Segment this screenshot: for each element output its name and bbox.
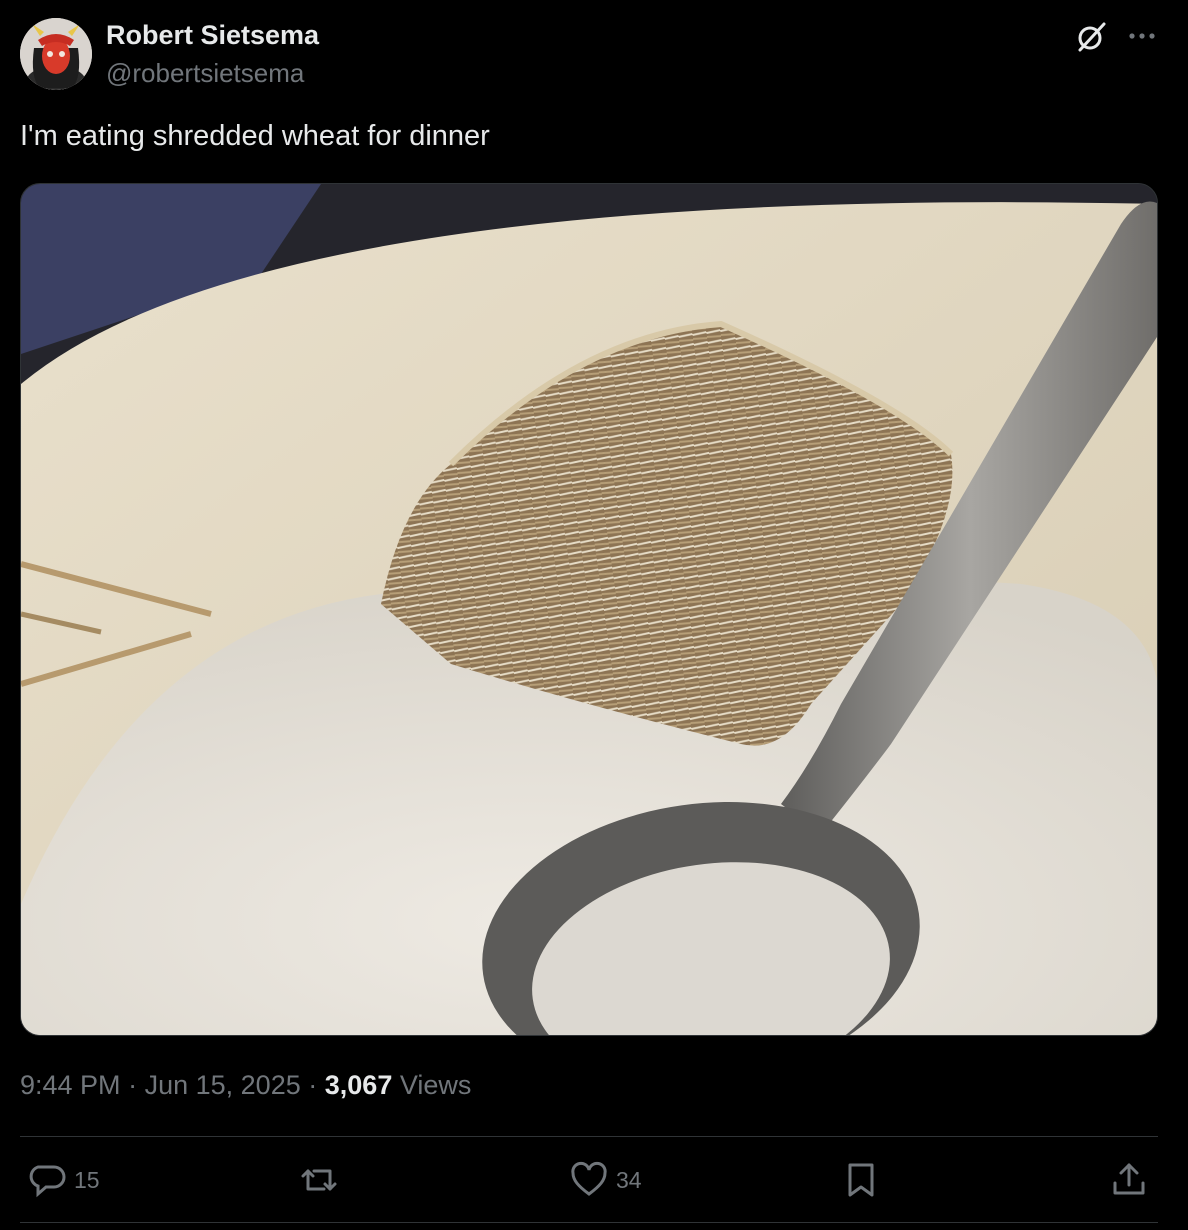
bookmark-button[interactable] xyxy=(842,1150,880,1210)
tweet-meta: 9:44 PM · Jun 15, 2025 · 3,067 Views xyxy=(20,1070,471,1101)
like-count: 34 xyxy=(616,1166,642,1193)
tweet-photo[interactable] xyxy=(20,183,1158,1036)
more-icon[interactable] xyxy=(1126,20,1158,52)
bookmark-icon xyxy=(848,1163,874,1197)
like-button[interactable]: 34 xyxy=(570,1150,642,1210)
meta-separator: · xyxy=(128,1070,138,1100)
share-icon xyxy=(1113,1163,1145,1195)
reply-count: 15 xyxy=(74,1166,100,1193)
reply-button[interactable]: 15 xyxy=(28,1150,100,1210)
tweet-text: I'm eating shredded wheat for dinner xyxy=(20,120,490,152)
heart-icon xyxy=(571,1161,607,1196)
views-label: Views xyxy=(399,1070,472,1100)
tweet-time[interactable]: 9:44 PM xyxy=(20,1070,121,1100)
share-button[interactable] xyxy=(1110,1150,1148,1210)
author-display-name[interactable]: Robert Sietsema xyxy=(106,20,319,51)
retweet-icon xyxy=(301,1169,337,1191)
action-bar: 15 34 xyxy=(0,1150,1188,1210)
reply-icon xyxy=(29,1165,66,1198)
divider xyxy=(20,1222,1158,1223)
avatar[interactable] xyxy=(20,18,92,90)
views-count: 3,067 xyxy=(324,1070,393,1100)
meta-separator: · xyxy=(308,1070,318,1100)
retweet-button[interactable] xyxy=(300,1150,338,1210)
grok-icon[interactable] xyxy=(1074,20,1108,54)
author-handle[interactable]: @robertsietsema xyxy=(106,58,304,89)
divider xyxy=(20,1136,1158,1137)
tweet-date[interactable]: Jun 15, 2025 xyxy=(145,1070,301,1100)
